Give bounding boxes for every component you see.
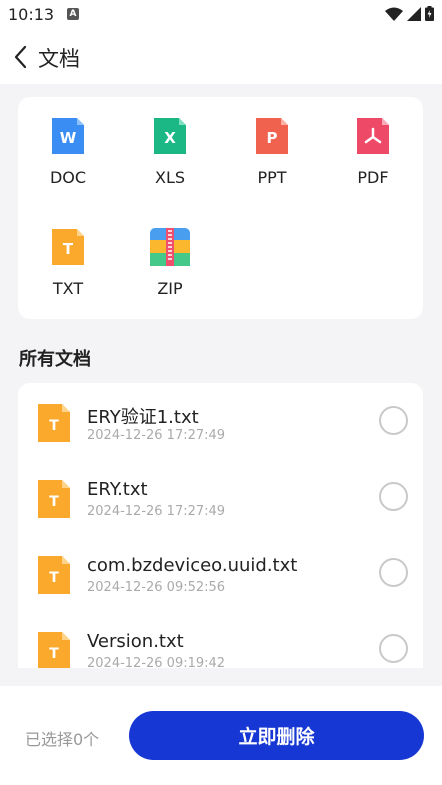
file-list: T ERY验证1.txt 2024-12-26 17:27:49 T ERY.t… bbox=[18, 383, 423, 668]
file-date: 2024-12-26 09:19:42 bbox=[87, 656, 226, 668]
file-date: 2024-12-26 09:52:56 bbox=[87, 580, 226, 595]
file-list-item[interactable]: T ERY.txt 2024-12-26 17:27:49 bbox=[18, 479, 423, 555]
txt-icon: T bbox=[38, 480, 70, 518]
chevron-left-icon bbox=[14, 45, 27, 69]
notification-app-icon: A bbox=[67, 8, 79, 20]
file-select-radio[interactable] bbox=[379, 482, 408, 511]
powerpoint-ppt-icon: P bbox=[256, 118, 288, 154]
file-name: com.bzdeviceo.uuid.txt bbox=[87, 555, 298, 576]
battery-icon bbox=[425, 6, 434, 21]
file-name: ERY.txt bbox=[87, 479, 148, 500]
delete-now-button[interactable]: 立即删除 bbox=[129, 711, 424, 760]
status-bar: 10:13 A bbox=[0, 0, 442, 32]
file-list-item[interactable]: T Version.txt 2024-12-26 09:19:42 bbox=[18, 631, 423, 668]
back-button[interactable] bbox=[8, 44, 32, 70]
svg-text:T: T bbox=[49, 494, 59, 510]
file-date: 2024-12-26 17:27:49 bbox=[87, 428, 226, 443]
wifi-icon bbox=[385, 7, 403, 21]
file-type-label: ZIP bbox=[157, 279, 183, 298]
txt-icon: T bbox=[38, 404, 70, 442]
file-type-xls[interactable]: X XLS bbox=[130, 116, 210, 196]
file-type-label: PPT bbox=[257, 168, 287, 187]
file-type-pdf[interactable]: PDF bbox=[333, 116, 413, 196]
file-date: 2024-12-26 17:27:49 bbox=[87, 504, 226, 519]
svg-text:P: P bbox=[267, 129, 278, 147]
file-list-item[interactable]: T com.bzdeviceo.uuid.txt 2024-12-26 09:5… bbox=[18, 555, 423, 631]
txt-icon: T bbox=[52, 229, 84, 265]
file-list-item[interactable]: T ERY验证1.txt 2024-12-26 17:27:49 bbox=[18, 403, 423, 479]
file-name: ERY验证1.txt bbox=[87, 407, 199, 428]
file-type-label: DOC bbox=[49, 168, 87, 187]
signal-icon bbox=[407, 6, 421, 21]
txt-icon: T bbox=[38, 632, 70, 668]
status-icons bbox=[385, 6, 434, 21]
file-select-radio[interactable] bbox=[379, 406, 408, 435]
file-type-zip[interactable]: ZIP bbox=[130, 227, 210, 307]
pdf-icon bbox=[357, 118, 389, 154]
file-select-radio[interactable] bbox=[379, 634, 408, 663]
svg-text:X: X bbox=[164, 129, 176, 147]
section-title: 所有文档 bbox=[19, 349, 91, 370]
file-type-label: PDF bbox=[357, 168, 389, 187]
svg-text:W: W bbox=[60, 129, 77, 147]
txt-icon: T bbox=[38, 556, 70, 594]
svg-text:T: T bbox=[49, 646, 59, 662]
svg-text:T: T bbox=[49, 418, 59, 434]
selected-count: 已选择0个 bbox=[25, 730, 100, 749]
header: 文档 bbox=[0, 32, 442, 84]
excel-xls-icon: X bbox=[154, 118, 186, 154]
file-name: Version.txt bbox=[87, 631, 184, 652]
file-type-label: XLS bbox=[154, 168, 186, 187]
svg-text:T: T bbox=[63, 240, 74, 258]
bottom-action-bar: 已选择0个 立即删除 bbox=[0, 686, 442, 785]
status-time: 10:13 bbox=[8, 5, 55, 24]
page-title: 文档 bbox=[38, 47, 80, 71]
file-type-label: TXT bbox=[52, 279, 84, 298]
file-select-radio[interactable] bbox=[379, 558, 408, 587]
file-type-doc[interactable]: W DOC bbox=[28, 116, 108, 196]
file-type-ppt[interactable]: P PPT bbox=[232, 116, 312, 196]
svg-text:T: T bbox=[49, 570, 59, 586]
word-doc-icon: W bbox=[52, 118, 84, 154]
zip-archive-icon bbox=[150, 228, 190, 266]
file-type-txt[interactable]: T TXT bbox=[28, 227, 108, 307]
file-type-grid: W DOC X XLS P PPT PDF T TXT ZIP bbox=[18, 97, 423, 319]
